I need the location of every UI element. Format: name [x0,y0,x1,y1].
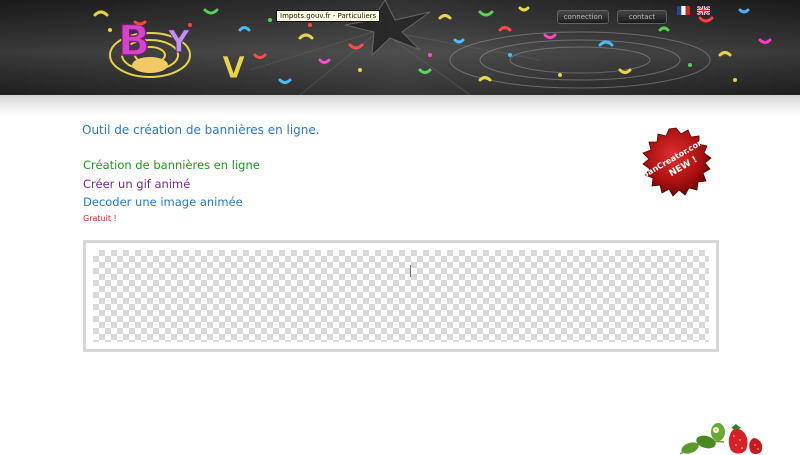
connection-button[interactable]: connection [557,10,609,24]
header-banner: B Y V Impots.gouv.fr - Particuliers conn… [0,0,800,95]
svg-text:Y: Y [167,25,191,60]
create-banner-link[interactable]: Création de bannières en ligne [83,158,260,172]
tooltip: Impots.gouv.fr - Particuliers [276,10,381,22]
decode-image-link[interactable]: Decoder une image animée [83,195,243,209]
strawberry-icon [679,423,763,455]
banner-canvas-frame [83,240,719,352]
free-label: Gratuit ! [83,214,117,223]
text-cursor [410,265,411,277]
svg-text:V: V [222,51,246,86]
page-title: Outil de création de bannières en ligne. [82,123,320,137]
header-shadow [0,95,800,117]
new-badge[interactable]: BanCreator.com NEW ! [638,126,714,198]
contact-button[interactable]: contact [617,10,667,24]
create-gif-link[interactable]: Créer un gif animé [83,177,190,191]
banner-canvas[interactable] [93,250,709,342]
flag-en-icon[interactable] [697,6,710,15]
flag-fr-icon[interactable] [677,6,690,15]
